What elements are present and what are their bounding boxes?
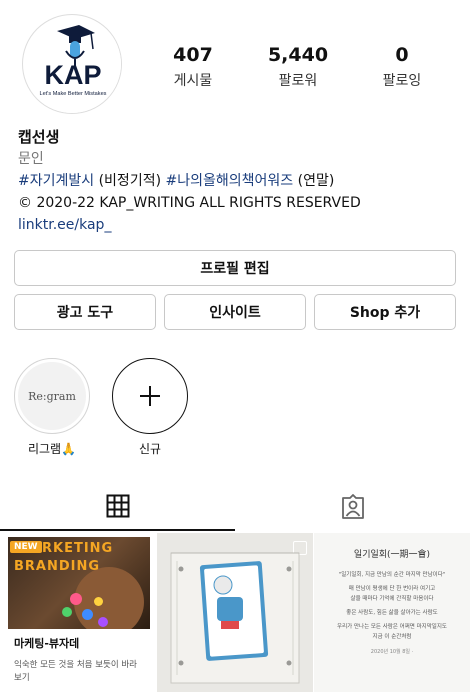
highlight-label: 리그램🙏 [27,442,77,456]
diary-line: 지금 이 순간처럼 [372,634,412,640]
caption-title: 마케팅-뷰자데 [14,637,80,650]
caption-text: 익숙한 모든 것을 처음 보듯이 바라보기 [14,660,137,683]
profile-avatar[interactable]: KAP Let's Make Better Mistakes [22,14,122,114]
kap-logo: KAP Let's Make Better Mistakes [24,16,121,113]
logo-text: KAP [44,60,101,90]
post-image: NEW RKETING BRANDING [8,537,150,629]
highlight-cover: Re:gram [14,358,90,434]
grid-post[interactable]: 일기일회(一期一會) "일기일회, 지금 만남의 순간 마지막 만남이다" 매 … [314,533,470,692]
bio-copyright: © 2020-22 KAP_WRITING ALL RIGHTS RESERVE… [18,195,361,211]
hashtag-link[interactable]: #자기계발시 [18,173,94,189]
edit-profile-button[interactable]: 프로필 편집 [14,250,456,286]
highlight-regram[interactable]: Re:gram 리그램🙏 [12,358,92,457]
profile-tabs [0,486,470,532]
profile-link[interactable]: linktr.ee/kap_ [18,214,458,236]
bio-text: (비정기적) [94,173,166,189]
grid-post[interactable] [157,533,313,692]
diary-line: 우리가 만나는 모든 사람은 어쩌면 마지막일지도 [337,624,447,630]
stat-posts[interactable]: 407 게시물 [153,44,233,90]
diary-line: 매 만남이 평생에 단 한 번이라 여기고 [348,586,436,592]
stat-posts-label: 게시물 [173,73,213,89]
highlight-label: 신규 [138,442,162,456]
insights-button[interactable]: 인사이트 [164,294,306,330]
post-title: BRANDING [14,559,101,574]
profile-category: 문인 [18,151,44,167]
new-badge: NEW [10,541,42,553]
highlight-new[interactable]: 신규 [110,358,190,457]
stat-followers-label: 팔로워 [278,73,318,89]
stat-followers-value: 5,440 [267,44,329,66]
active-tab-indicator [0,529,235,531]
stat-following-value: 0 [395,44,409,66]
regram-cover-text: Re:gram [18,362,86,430]
stat-posts-value: 407 [173,44,213,66]
grid-post[interactable]: NEW RKETING BRANDING 마케팅-뷰자데 익숙한 모든 것을 처… [0,533,156,692]
profile-bio: 캡선생 문인 #자기계발시 (비정기적) #나의올해의책어워즈 (연말) © 2… [18,126,458,236]
diary-footer: 2020년 10월 8일 · [370,649,414,655]
plus-icon [112,358,188,434]
diary-line: "일기일회, 지금 만남의 순간 마지막 만남이다" [338,572,446,578]
shop-add-button[interactable]: Shop 추가 [314,294,456,330]
diary-line: 좋은 사람도, 힘든 삶을 살아가는 사람도 [346,610,438,616]
bio-line-hashtags: #자기계발시 (비정기적) #나의올해의책어워즈 (연말) [18,170,458,192]
acrylic-stand-image [170,552,300,684]
tagged-person-icon [342,494,364,519]
diary-title: 일기일회(一期一會) [353,550,431,560]
grid-tab[interactable] [106,494,130,522]
stat-following[interactable]: 0 팔로잉 [362,44,442,90]
diary-line: 살을 때마다 기억에 간직할 마음이다 [350,596,434,602]
logo-tagline: Let's Make Better Mistakes [40,91,107,97]
stat-following-label: 팔로잉 [382,73,422,89]
bio-text: (연말) [293,173,335,189]
ad-tools-button[interactable]: 광고 도구 [14,294,156,330]
face-shape [74,567,144,629]
post-title: RKETING [42,541,114,556]
grid-icon [106,494,130,518]
hashtag-link[interactable]: #나의올해의책어워즈 [166,173,294,189]
tagged-tab[interactable] [340,494,366,524]
stat-followers[interactable]: 5,440 팔로워 [258,44,338,90]
profile-name: 캡선생 [18,128,60,146]
post-caption-box: 마케팅-뷰자데 익숙한 모든 것을 처음 보듯이 바라보기 [8,629,150,692]
